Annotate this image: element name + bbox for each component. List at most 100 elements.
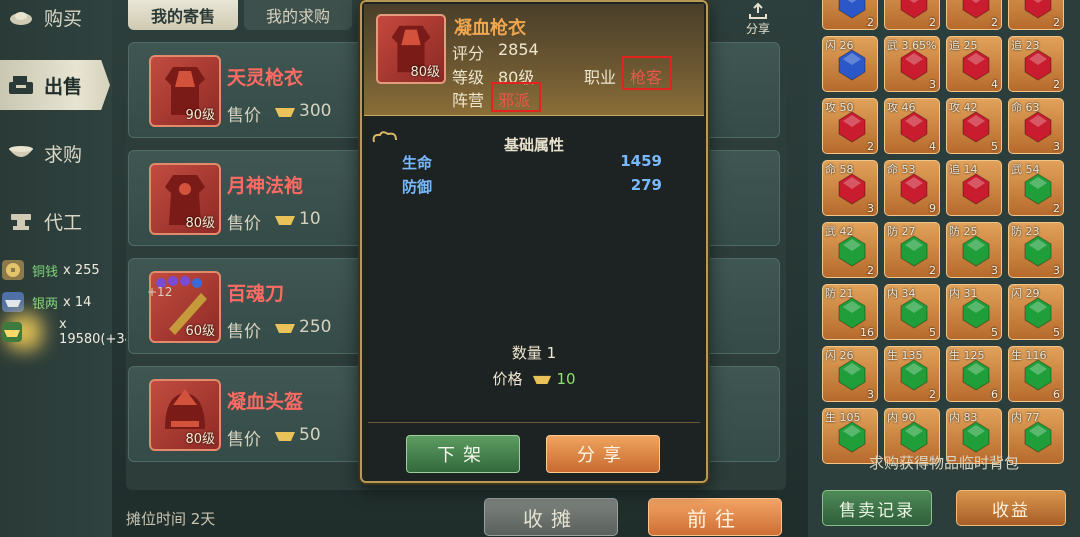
gem-icon [962, 0, 990, 19]
inventory-cell[interactable]: 命 53 9 [884, 160, 940, 216]
copper-coin-icon [2, 260, 24, 280]
share-button[interactable]: 分享 [546, 435, 660, 473]
nav-item-label: 代工 [44, 211, 83, 234]
inventory-cell[interactable]: 生 125 6 [946, 346, 1002, 402]
inventory-title: 求购获得物品临时背包 [868, 454, 1019, 472]
item-name: 百魂刀 [227, 283, 285, 305]
inventory-cell[interactable]: 内 31 5 [946, 284, 1002, 340]
gold-ingot-icon [275, 432, 295, 441]
gem-stat: 生 105 [825, 411, 861, 424]
inventory-cell[interactable]: 攻 50 2 [822, 98, 878, 154]
inventory-cell[interactable]: 追 23 2 [1008, 36, 1064, 92]
inventory-cell[interactable]: 攻 46 4 [884, 98, 940, 154]
gem-count: 2 [929, 16, 936, 29]
item-level: 80级 [185, 432, 215, 447]
inventory-cell[interactable]: 武 3.65% 3 [884, 36, 940, 92]
currency-name: 铜钱 [32, 264, 59, 280]
level-label: 等级 [452, 68, 485, 87]
item-level: 80级 [185, 216, 215, 231]
gem-icon [1024, 297, 1052, 329]
nav-item-craft[interactable]: 代工 [0, 196, 110, 246]
item-slot: 80级 [149, 379, 221, 451]
gem-stat: 生 125 [949, 349, 985, 362]
inventory-cell[interactable]: 2 [884, 0, 940, 30]
class-label: 职业 [584, 68, 617, 87]
gem-stat: 内 77 [1011, 411, 1040, 424]
income-button[interactable]: 收益 [956, 490, 1066, 526]
inventory-cell[interactable]: 追 14 [946, 160, 1002, 216]
inventory-cell[interactable]: 追 25 4 [946, 36, 1002, 92]
gem-stat: 追 14 [949, 163, 978, 176]
price-value: 10 [556, 369, 576, 388]
item-slot: 80级 [376, 14, 446, 84]
price-value: 250 [299, 317, 332, 337]
tab-my-consignment[interactable]: 我的寄售 [128, 0, 238, 30]
cashier-icon [6, 73, 36, 97]
gold-ingot-icon [2, 322, 23, 342]
tab-my-requests[interactable]: 我的求购 [244, 0, 352, 30]
sale-record-button[interactable]: 售卖记录 [822, 490, 932, 526]
inventory-cell[interactable]: 闪 26 3 [822, 346, 878, 402]
gem-icon [1024, 235, 1052, 267]
score-label: 评分 [452, 44, 485, 63]
inventory-cell[interactable]: 防 21 16 [822, 284, 878, 340]
inventory-cell[interactable]: 防 25 3 [946, 222, 1002, 278]
item-slot: 60级 [149, 271, 221, 343]
gem-icon [1024, 0, 1052, 19]
gem-stat: 内 83 [949, 411, 978, 424]
inventory-cell[interactable]: 命 58 3 [822, 160, 878, 216]
inventory-cell[interactable]: 攻 42 5 [946, 98, 1002, 154]
gem-count: 2 [867, 140, 874, 153]
inventory-cell[interactable]: 命 63 3 [1008, 98, 1064, 154]
price-value: 300 [299, 101, 332, 121]
price-label: 售价 [227, 430, 261, 450]
gem-icon [838, 111, 866, 143]
inventory-cell[interactable]: 防 27 2 [884, 222, 940, 278]
gem-icon [900, 173, 928, 205]
shopping-icon [6, 5, 36, 29]
nav-item-buy[interactable]: 购买 [0, 0, 110, 42]
gem-count: 2 [867, 16, 874, 29]
gem-icon [962, 173, 990, 205]
inventory-cell[interactable]: 2 [1008, 0, 1064, 30]
gem-count: 6 [991, 388, 998, 401]
gem-icon [1024, 421, 1052, 453]
nav-item-request[interactable]: 求购 [0, 128, 110, 178]
gold-ingot-icon [533, 375, 552, 384]
anvil-icon [6, 209, 36, 233]
gem-icon [1024, 359, 1052, 391]
gem-icon [838, 49, 866, 81]
gem-stat: 武 3.65% [887, 39, 937, 52]
nav-item-sell[interactable]: 出售 [0, 60, 110, 110]
inventory-cell[interactable]: 生 135 2 [884, 346, 940, 402]
gem-icon [900, 49, 928, 81]
faction-highlight-box [491, 82, 541, 112]
inventory-cell[interactable]: 闪 26 [822, 36, 878, 92]
stat-name: 生命 [402, 154, 433, 172]
share-icon [749, 2, 767, 19]
inventory-cell[interactable]: 2 [946, 0, 1002, 30]
inventory-cell[interactable]: 2 [822, 0, 878, 30]
inventory-cell[interactable]: 闪 29 5 [1008, 284, 1064, 340]
inventory-cell[interactable]: 防 23 3 [1008, 222, 1064, 278]
gem-icon [962, 421, 990, 453]
gem-stat: 闪 26 [825, 39, 854, 52]
gem-icon [838, 0, 866, 19]
inventory-cell[interactable]: 内 34 5 [884, 284, 940, 340]
inventory-cell[interactable]: 生 116 6 [1008, 346, 1064, 402]
delist-button[interactable]: 下架 [406, 435, 520, 473]
gem-stat: 内 90 [887, 411, 916, 424]
gem-count: 5 [929, 326, 936, 339]
inventory-cell[interactable]: 武 54 2 [1008, 160, 1064, 216]
inventory-cell[interactable]: 武 42 2 [822, 222, 878, 278]
collect-stall-button[interactable]: 收摊 [484, 498, 618, 536]
price-value: 10 [299, 209, 321, 229]
goto-button[interactable]: 前往 [648, 498, 782, 536]
gem-count: 3 [1053, 264, 1060, 277]
gem-icon [962, 235, 990, 267]
gem-stat: 生 116 [1011, 349, 1047, 362]
gem-stat: 生 135 [887, 349, 923, 362]
gem-stat: 防 25 [949, 225, 978, 238]
gold-ingot-icon [275, 216, 295, 225]
gem-count: 3 [1053, 140, 1060, 153]
